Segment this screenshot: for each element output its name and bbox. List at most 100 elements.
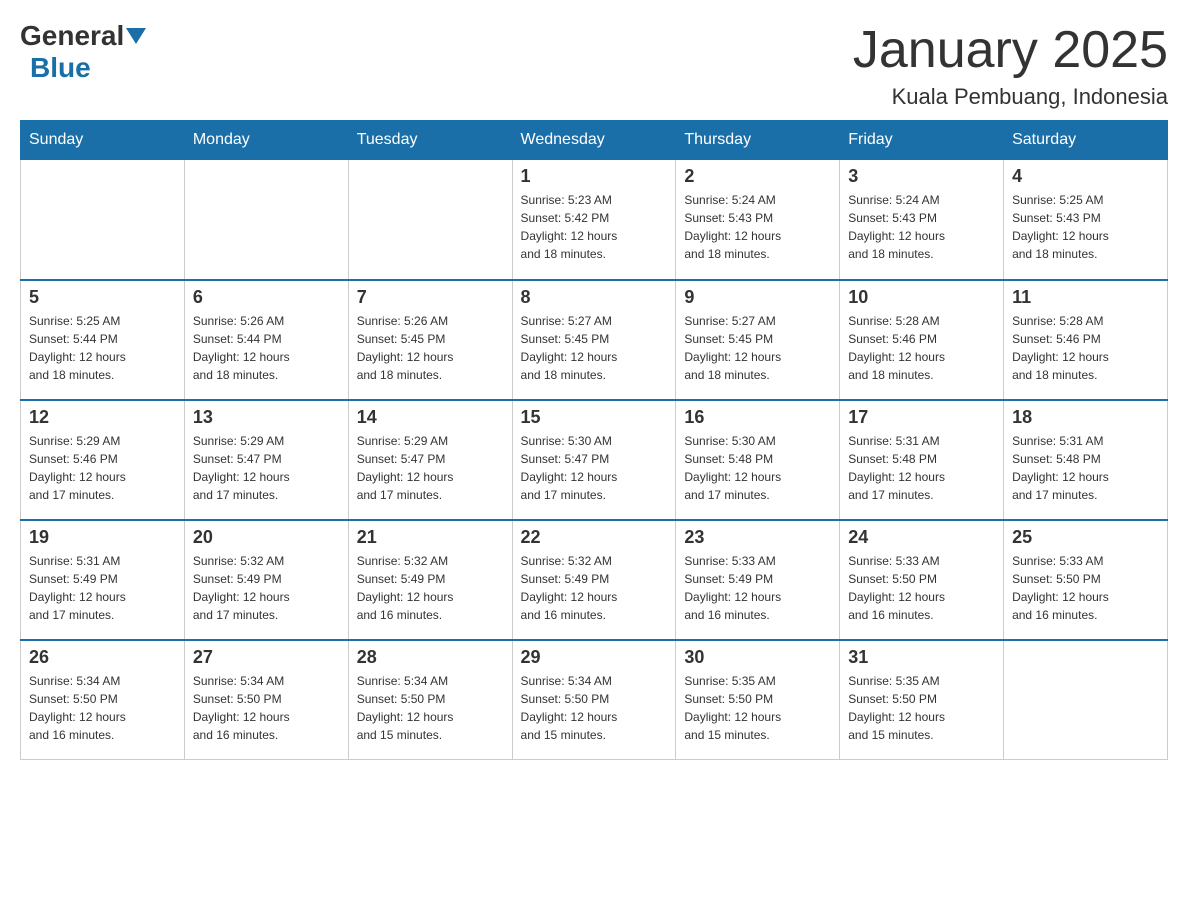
day-number: 4 (1012, 166, 1159, 187)
day-info: Sunrise: 5:34 AM Sunset: 5:50 PM Dayligh… (357, 672, 504, 744)
page-header: General Blue January 2025 Kuala Pembuang… (20, 20, 1168, 110)
calendar-cell: 14Sunrise: 5:29 AM Sunset: 5:47 PM Dayli… (348, 400, 512, 520)
day-number: 23 (684, 527, 831, 548)
day-info: Sunrise: 5:33 AM Sunset: 5:50 PM Dayligh… (1012, 552, 1159, 624)
day-info: Sunrise: 5:30 AM Sunset: 5:47 PM Dayligh… (521, 432, 668, 504)
day-info: Sunrise: 5:32 AM Sunset: 5:49 PM Dayligh… (193, 552, 340, 624)
calendar-cell: 2Sunrise: 5:24 AM Sunset: 5:43 PM Daylig… (676, 160, 840, 280)
day-number: 29 (521, 647, 668, 668)
day-info: Sunrise: 5:24 AM Sunset: 5:43 PM Dayligh… (848, 191, 995, 263)
calendar-cell: 24Sunrise: 5:33 AM Sunset: 5:50 PM Dayli… (840, 520, 1004, 640)
logo-triangle-icon (126, 28, 146, 44)
day-number: 28 (357, 647, 504, 668)
calendar-cell: 26 Sunrise: 5:34 AM Sunset: 5:50 PM Dayli… (21, 640, 185, 760)
calendar-cell: 4 Sunrise: 5:25 AM Sunset: 5:43 PM Daylig… (1004, 160, 1168, 280)
calendar-cell (184, 160, 348, 280)
logo: General Blue (20, 20, 148, 84)
day-number: 30 (684, 647, 831, 668)
day-info: Sunrise: 5:33 AM Sunset: 5:49 PM Dayligh… (684, 552, 831, 624)
day-number: 19 (29, 527, 176, 548)
week-row-1: 1 Sunrise: 5:23 AM Sunset: 5:42 PM Daylig… (21, 160, 1168, 280)
day-number: 9 (684, 287, 831, 308)
day-info: Sunrise: 5:31 AM Sunset: 5:49 PM Dayligh… (29, 552, 176, 624)
calendar-cell: 6 Sunrise: 5:26 AM Sunset: 5:44 PM Daylig… (184, 280, 348, 400)
calendar-cell: 20Sunrise: 5:32 AM Sunset: 5:49 PM Dayli… (184, 520, 348, 640)
calendar-cell: 15 Sunrise: 5:30 AM Sunset: 5:47 PM Dayli… (512, 400, 676, 520)
calendar-table: SundayMondayTuesdayWednesdayThursdayFrid… (20, 120, 1168, 760)
calendar-cell (348, 160, 512, 280)
calendar-cell: 18Sunrise: 5:31 AM Sunset: 5:48 PM Dayli… (1004, 400, 1168, 520)
calendar-cell: 1 Sunrise: 5:23 AM Sunset: 5:42 PM Daylig… (512, 160, 676, 280)
day-number: 17 (848, 407, 995, 428)
calendar-cell: 31 Sunrise: 5:35 AM Sunset: 5:50 PM Dayli… (840, 640, 1004, 760)
day-info: Sunrise: 5:26 AM Sunset: 5:44 PM Dayligh… (193, 312, 340, 384)
day-info: Sunrise: 5:34 AM Sunset: 5:50 PM Dayligh… (29, 672, 176, 744)
day-number: 18 (1012, 407, 1159, 428)
calendar-header-row: SundayMondayTuesdayWednesdayThursdayFrid… (21, 121, 1168, 160)
day-info: Sunrise: 5:28 AM Sunset: 5:46 PM Dayligh… (1012, 312, 1159, 384)
day-info: Sunrise: 5:30 AM Sunset: 5:48 PM Dayligh… (684, 432, 831, 504)
calendar-cell: 28 Sunrise: 5:34 AM Sunset: 5:50 PM Dayli… (348, 640, 512, 760)
calendar-cell (1004, 640, 1168, 760)
header-monday: Monday (184, 121, 348, 160)
day-number: 21 (357, 527, 504, 548)
day-number: 26 (29, 647, 176, 668)
day-info: Sunrise: 5:34 AM Sunset: 5:50 PM Dayligh… (193, 672, 340, 744)
day-info: Sunrise: 5:27 AM Sunset: 5:45 PM Dayligh… (521, 312, 668, 384)
calendar-cell: 17 Sunrise: 5:31 AM Sunset: 5:48 PM Dayli… (840, 400, 1004, 520)
calendar-cell: 23 Sunrise: 5:33 AM Sunset: 5:49 PM Dayli… (676, 520, 840, 640)
day-info: Sunrise: 5:33 AM Sunset: 5:50 PM Dayligh… (848, 552, 995, 624)
calendar-cell: 30 Sunrise: 5:35 AM Sunset: 5:50 PM Dayli… (676, 640, 840, 760)
calendar-cell: 25 Sunrise: 5:33 AM Sunset: 5:50 PM Dayli… (1004, 520, 1168, 640)
calendar-cell: 12 Sunrise: 5:29 AM Sunset: 5:46 PM Dayli… (21, 400, 185, 520)
day-number: 10 (848, 287, 995, 308)
header-tuesday: Tuesday (348, 121, 512, 160)
header-wednesday: Wednesday (512, 121, 676, 160)
logo-blue-text: Blue (30, 52, 91, 83)
calendar-cell: 9Sunrise: 5:27 AM Sunset: 5:45 PM Daylig… (676, 280, 840, 400)
day-info: Sunrise: 5:34 AM Sunset: 5:50 PM Dayligh… (521, 672, 668, 744)
day-number: 7 (357, 287, 504, 308)
day-number: 13 (193, 407, 340, 428)
calendar-cell: 27Sunrise: 5:34 AM Sunset: 5:50 PM Dayli… (184, 640, 348, 760)
day-info: Sunrise: 5:25 AM Sunset: 5:44 PM Dayligh… (29, 312, 176, 384)
day-info: Sunrise: 5:31 AM Sunset: 5:48 PM Dayligh… (848, 432, 995, 504)
month-title: January 2025 (853, 20, 1168, 80)
day-info: Sunrise: 5:28 AM Sunset: 5:46 PM Dayligh… (848, 312, 995, 384)
calendar-cell: 29 Sunrise: 5:34 AM Sunset: 5:50 PM Dayli… (512, 640, 676, 760)
calendar-cell: 5 Sunrise: 5:25 AM Sunset: 5:44 PM Daylig… (21, 280, 185, 400)
day-number: 6 (193, 287, 340, 308)
day-info: Sunrise: 5:32 AM Sunset: 5:49 PM Dayligh… (357, 552, 504, 624)
day-info: Sunrise: 5:29 AM Sunset: 5:47 PM Dayligh… (193, 432, 340, 504)
week-row-4: 19 Sunrise: 5:31 AM Sunset: 5:49 PM Dayli… (21, 520, 1168, 640)
day-number: 1 (521, 166, 668, 187)
day-info: Sunrise: 5:35 AM Sunset: 5:50 PM Dayligh… (848, 672, 995, 744)
week-row-2: 5 Sunrise: 5:25 AM Sunset: 5:44 PM Daylig… (21, 280, 1168, 400)
day-info: Sunrise: 5:25 AM Sunset: 5:43 PM Dayligh… (1012, 191, 1159, 263)
calendar-cell: 21 Sunrise: 5:32 AM Sunset: 5:49 PM Dayli… (348, 520, 512, 640)
calendar-cell: 22 Sunrise: 5:32 AM Sunset: 5:49 PM Dayli… (512, 520, 676, 640)
day-number: 12 (29, 407, 176, 428)
day-number: 22 (521, 527, 668, 548)
day-info: Sunrise: 5:23 AM Sunset: 5:42 PM Dayligh… (521, 191, 668, 263)
day-info: Sunrise: 5:32 AM Sunset: 5:49 PM Dayligh… (521, 552, 668, 624)
day-number: 15 (521, 407, 668, 428)
calendar-cell: 10 Sunrise: 5:28 AM Sunset: 5:46 PM Dayli… (840, 280, 1004, 400)
day-info: Sunrise: 5:35 AM Sunset: 5:50 PM Dayligh… (684, 672, 831, 744)
calendar-cell: 11 Sunrise: 5:28 AM Sunset: 5:46 PM Dayli… (1004, 280, 1168, 400)
calendar-cell (21, 160, 185, 280)
day-number: 2 (684, 166, 831, 187)
day-number: 5 (29, 287, 176, 308)
day-info: Sunrise: 5:29 AM Sunset: 5:46 PM Dayligh… (29, 432, 176, 504)
day-number: 14 (357, 407, 504, 428)
day-number: 25 (1012, 527, 1159, 548)
location-title: Kuala Pembuang, Indonesia (853, 84, 1168, 110)
day-number: 11 (1012, 287, 1159, 308)
calendar-cell: 13 Sunrise: 5:29 AM Sunset: 5:47 PM Dayli… (184, 400, 348, 520)
header-sunday: Sunday (21, 121, 185, 160)
week-row-5: 26 Sunrise: 5:34 AM Sunset: 5:50 PM Dayli… (21, 640, 1168, 760)
title-section: January 2025 Kuala Pembuang, Indonesia (853, 20, 1168, 110)
day-number: 16 (684, 407, 831, 428)
day-number: 31 (848, 647, 995, 668)
header-friday: Friday (840, 121, 1004, 160)
